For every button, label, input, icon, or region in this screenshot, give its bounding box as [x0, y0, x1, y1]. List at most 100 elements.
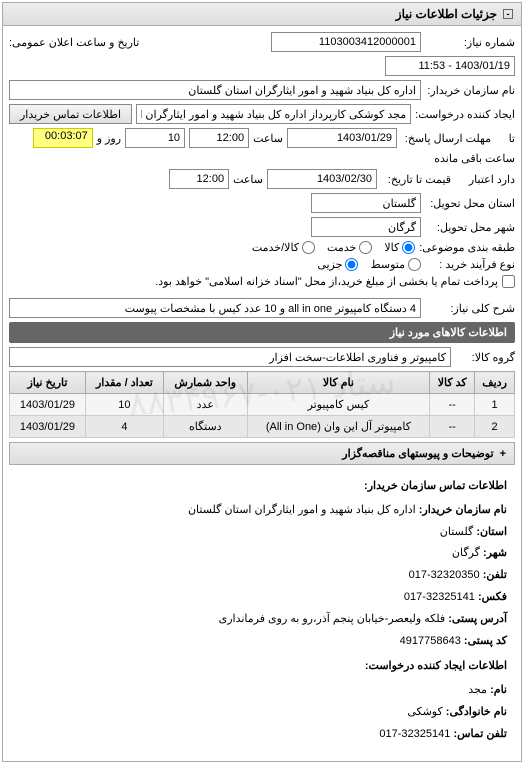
city-input[interactable]	[311, 217, 421, 237]
contact-address: آدرس پستی: فلکه ولیعصر-خیابان پنجم آذر،ر…	[17, 610, 507, 630]
row-group: گروه کالا:	[9, 347, 515, 367]
th-date: تاریخ نیاز	[10, 372, 86, 394]
cell-name: کامپیوتر آل این وان (All in One)	[247, 416, 430, 438]
process-radio-group: متوسط جزیی	[317, 258, 421, 271]
panel-title: جزئیات اطلاعات نیاز	[396, 7, 497, 21]
process-note-checkbox[interactable]	[502, 275, 515, 288]
deadline-label: مهلت ارسال پاسخ:	[401, 132, 491, 145]
contact-title: اطلاعات تماس سازمان خریدار:	[17, 477, 507, 497]
announce-label: تاریخ و ساعت اعلان عمومی:	[9, 36, 139, 49]
contact-button[interactable]: اطلاعات تماس خریدار	[9, 104, 132, 124]
buyer-input[interactable]	[9, 80, 421, 100]
class-gs-radio[interactable]	[302, 241, 315, 254]
price-until-label: قیمت تا تاریخ:	[381, 173, 451, 186]
class-goods-option[interactable]: کالا	[384, 241, 415, 254]
announce-input[interactable]	[385, 56, 515, 76]
table-row[interactable]: 1 -- کیس کامپیوتر عدد 10 1403/01/29	[10, 394, 515, 416]
row-class: طبقه بندی موضوعی: کالا خدمت کالا/خدمت	[9, 241, 515, 254]
panel-header: - جزئیات اطلاعات نیاز	[3, 3, 521, 26]
class-gs-option[interactable]: کالا/خدمت	[252, 241, 315, 254]
contact-city: شهر: گرگان	[17, 544, 507, 564]
th-name: نام کالا	[247, 372, 430, 394]
cell-date: 1403/01/29	[10, 416, 86, 438]
process-label: نوع فرآیند خرید :	[425, 258, 515, 271]
price-until-date-input[interactable]	[267, 169, 377, 189]
contact-postal: کد پستی: 4917758643	[17, 632, 507, 652]
cell-row: 1	[475, 394, 515, 416]
cell-qty: 10	[85, 394, 163, 416]
desc-input[interactable]	[9, 298, 421, 318]
need-no-input[interactable]	[271, 32, 421, 52]
days-input[interactable]	[125, 128, 185, 148]
deadline-to-label: تا	[495, 132, 515, 145]
cell-name: کیس کامپیوتر	[247, 394, 430, 416]
row-requester: ایجاد کننده درخواست: اطلاعات تماس خریدار	[9, 104, 515, 124]
contact-org: نام سازمان خریدار: اداره کل بنیاد شهید و…	[17, 501, 507, 521]
th-unit: واحد شمارش	[163, 372, 247, 394]
city-label: شهر محل تحویل:	[425, 221, 515, 234]
cell-unit: دستگاه	[163, 416, 247, 438]
process-medium-radio[interactable]	[408, 258, 421, 271]
countdown: 00:03:07	[33, 128, 93, 148]
table-row[interactable]: 2 -- کامپیوتر آل این وان (All in One) دس…	[10, 416, 515, 438]
process-small-radio[interactable]	[345, 258, 358, 271]
requester-section-title: اطلاعات ایجاد کننده درخواست:	[17, 657, 507, 677]
class-service-option[interactable]: خدمت	[327, 241, 372, 254]
row-need-no: شماره نیاز: تاریخ و ساعت اعلان عمومی:	[9, 32, 515, 76]
requester-label: ایجاد کننده درخواست:	[415, 108, 515, 121]
form-area: شماره نیاز: تاریخ و ساعت اعلان عمومی: نا…	[3, 26, 521, 761]
row-deadline: تا مهلت ارسال پاسخ: ساعت روز و 00:03:07 …	[9, 128, 515, 165]
goods-table: ردیف کد کالا نام کالا واحد شمارش تعداد /…	[9, 371, 515, 438]
province-label: استان محل تحویل:	[425, 197, 515, 210]
cell-code: --	[430, 416, 475, 438]
time-label-2: ساعت	[233, 173, 263, 186]
class-radio-group: کالا خدمت کالا/خدمت	[252, 241, 415, 254]
row-process: نوع فرآیند خرید : متوسط جزیی پرداخت تمام…	[9, 258, 515, 288]
process-medium-option[interactable]: متوسط	[370, 258, 421, 271]
contact-cphone: تلفن تماس: 32325141-017	[17, 725, 507, 745]
content-wrap: ستاد ۰۲۱-۸۸۳۴۹۶۷ شماره نیاز: تاریخ و ساع…	[3, 26, 521, 761]
process-note-text: پرداخت تمام یا بخشی از مبلغ خرید،از محل …	[155, 275, 498, 288]
deadline-time-input[interactable]	[189, 128, 249, 148]
cell-row: 2	[475, 416, 515, 438]
accept-to-label: دارد اعتبار	[455, 173, 515, 186]
details-panel: - جزئیات اطلاعات نیاز ستاد ۰۲۱-۸۸۳۴۹۶۷ ش…	[2, 2, 522, 762]
need-no-label: شماره نیاز:	[425, 36, 515, 49]
group-label: گروه کالا:	[455, 351, 515, 364]
time-label-1: ساعت	[253, 132, 283, 145]
contact-fax: فکس: 32325141-017	[17, 588, 507, 608]
contact-name: نام: مجد	[17, 681, 507, 701]
th-row: ردیف	[475, 372, 515, 394]
attachments-title: توضیحات و پیوستهای مناقصه‌گزار	[342, 447, 493, 460]
province-input[interactable]	[311, 193, 421, 213]
collapse-icon[interactable]: -	[503, 9, 513, 19]
deadline-date-input[interactable]	[287, 128, 397, 148]
cell-code: --	[430, 394, 475, 416]
cell-unit: عدد	[163, 394, 247, 416]
expand-icon[interactable]: +	[500, 448, 506, 460]
contact-phone: تلفن: 32320350-017	[17, 566, 507, 586]
countdown-label: ساعت باقی مانده	[434, 152, 515, 165]
row-desc: شرح کلی نیاز:	[9, 298, 515, 318]
contact-province: استان: گلستان	[17, 523, 507, 543]
table-header-row: ردیف کد کالا نام کالا واحد شمارش تعداد /…	[10, 372, 515, 394]
process-small-option[interactable]: جزیی	[317, 258, 358, 271]
goods-section-title: اطلاعات کالاهای مورد نیاز	[9, 322, 515, 343]
requester-input[interactable]	[136, 104, 411, 124]
contact-family: نام خانوادگی: کوشکی	[17, 703, 507, 723]
contact-block: اطلاعات تماس سازمان خریدار: نام سازمان خ…	[9, 469, 515, 755]
class-service-radio[interactable]	[359, 241, 372, 254]
process-note-check[interactable]: پرداخت تمام یا بخشی از مبلغ خرید،از محل …	[155, 275, 515, 288]
row-province: استان محل تحویل:	[9, 193, 515, 213]
days-label: روز و	[97, 132, 121, 145]
group-input[interactable]	[9, 347, 451, 367]
class-goods-radio[interactable]	[402, 241, 415, 254]
row-city: شهر محل تحویل:	[9, 217, 515, 237]
desc-label: شرح کلی نیاز:	[425, 302, 515, 315]
attachments-section[interactable]: + توضیحات و پیوستهای مناقصه‌گزار	[9, 442, 515, 465]
th-code: کد کالا	[430, 372, 475, 394]
row-buyer: نام سازمان خریدار:	[9, 80, 515, 100]
buyer-label: نام سازمان خریدار:	[425, 84, 515, 97]
row-validity: دارد اعتبار قیمت تا تاریخ: ساعت	[9, 169, 515, 189]
price-until-time-input[interactable]	[169, 169, 229, 189]
